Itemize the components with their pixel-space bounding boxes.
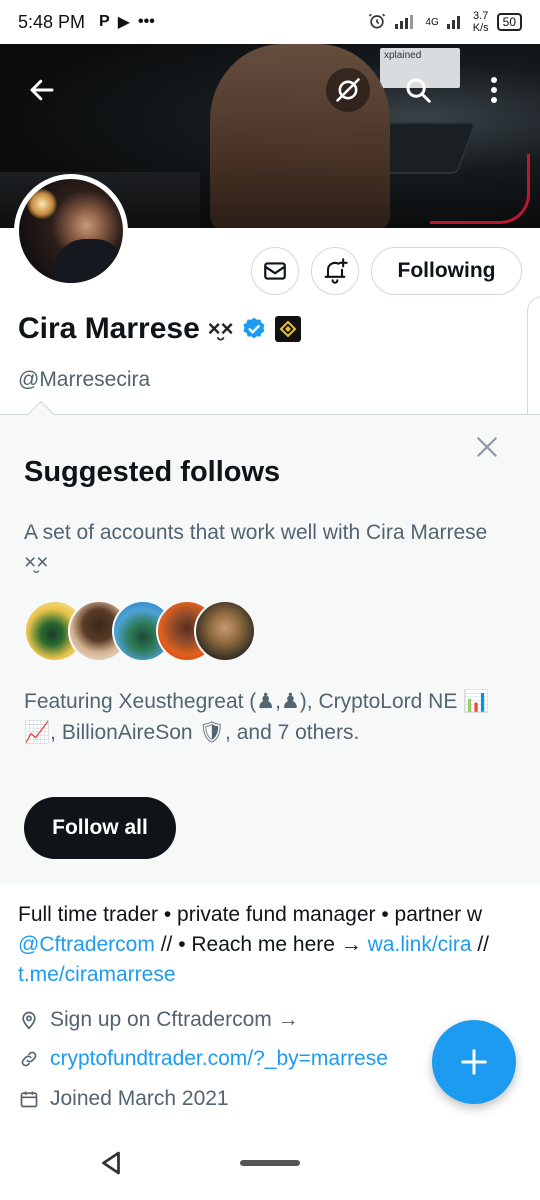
suggested-featuring: Featuring Xeusthegreat (♟,♟), CryptoLord… bbox=[24, 690, 490, 744]
status-bar: 5:48 PM P ▶ ••• 4G 3.7 K/s 50 bbox=[0, 0, 540, 44]
follow-all-button[interactable]: Follow all bbox=[24, 797, 176, 859]
search-button[interactable] bbox=[396, 68, 440, 112]
bio-mention-link[interactable]: @Cftradercom bbox=[18, 933, 155, 956]
no-satellite-icon bbox=[336, 78, 360, 102]
more-vertical-icon bbox=[491, 77, 497, 103]
affiliate-badge-icon[interactable] bbox=[275, 316, 302, 342]
network-type-label: 4G bbox=[425, 16, 439, 28]
search-icon bbox=[406, 78, 431, 103]
compose-button[interactable] bbox=[432, 1020, 516, 1104]
close-suggested-button[interactable] bbox=[470, 430, 504, 464]
compose-plus-icon bbox=[461, 1049, 487, 1075]
p-app-icon: P bbox=[99, 13, 110, 30]
profile-location: Sign up on Cftradercom → bbox=[18, 1008, 299, 1032]
suggested-avatar bbox=[194, 600, 256, 662]
calendar-icon bbox=[18, 1088, 40, 1110]
notifications-button[interactable] bbox=[311, 247, 359, 295]
suggested-description: A set of accounts that work well with Ci… bbox=[24, 521, 488, 574]
close-icon bbox=[477, 437, 497, 457]
more-options-button[interactable] bbox=[472, 68, 516, 112]
following-button[interactable]: Following bbox=[371, 247, 522, 295]
avatar-coat bbox=[55, 239, 123, 283]
bell-plus-icon bbox=[324, 258, 348, 284]
divider bbox=[0, 414, 540, 415]
nav-home-pill[interactable] bbox=[240, 1160, 300, 1166]
bio-telegram-link[interactable]: t.me/ciramarrese bbox=[18, 963, 176, 986]
link-icon bbox=[18, 1048, 40, 1070]
play-app-icon: ▶ bbox=[117, 14, 131, 31]
profile-handle: @Marresecira bbox=[18, 368, 151, 391]
battery-indicator: 50 bbox=[496, 13, 522, 31]
suggested-avatars[interactable] bbox=[24, 600, 256, 662]
nav-back-icon[interactable] bbox=[96, 1148, 126, 1178]
profile-avatar[interactable] bbox=[14, 174, 128, 288]
suggested-title: Suggested follows bbox=[24, 456, 281, 488]
network-speed: 3.7 K/s bbox=[473, 10, 489, 34]
bio-text: Full time trader • private fund manager … bbox=[18, 903, 483, 926]
display-name: Cira Marrese bbox=[18, 312, 200, 345]
no-satellite-button[interactable] bbox=[326, 68, 370, 112]
back-arrow-icon bbox=[30, 79, 54, 101]
signal-icon bbox=[395, 13, 417, 32]
profile-website: cryptofundtrader.com/?_by=marrese bbox=[18, 1047, 388, 1071]
alarm-icon bbox=[367, 11, 387, 34]
system-nav-bar bbox=[0, 1140, 540, 1200]
banner-neon-light bbox=[430, 154, 530, 224]
profile-joined: Joined March 2021 bbox=[18, 1087, 229, 1111]
name-emoji: ×̮× bbox=[207, 316, 234, 341]
status-right: 4G 3.7 K/s 50 bbox=[367, 10, 522, 34]
message-button[interactable] bbox=[251, 247, 299, 295]
signal-2-icon bbox=[446, 13, 465, 32]
location-icon bbox=[18, 1009, 40, 1031]
back-button[interactable] bbox=[20, 68, 64, 112]
website-link[interactable]: cryptofundtrader.com/?_by=marrese bbox=[50, 1047, 388, 1071]
status-time: 5:48 PM bbox=[18, 11, 86, 32]
bio-text: // bbox=[471, 933, 490, 956]
bio-whatsapp-link[interactable]: wa.link/cira bbox=[368, 933, 472, 956]
location-text: Sign up on Cftradercom → bbox=[50, 1008, 299, 1031]
avatar-lamp bbox=[27, 189, 57, 219]
mail-icon bbox=[264, 262, 286, 280]
speed-unit: K/s bbox=[472, 22, 489, 34]
banner-person bbox=[210, 44, 390, 228]
status-notification-icons: P ▶ ••• bbox=[99, 12, 155, 32]
bio-text: // • Reach me here → bbox=[154, 933, 368, 956]
joined-text: Joined March 2021 bbox=[50, 1087, 229, 1110]
profile-bio: Full time trader • private fund manager … bbox=[18, 900, 518, 990]
display-name-row: Cira Marrese ×̮× bbox=[18, 312, 302, 346]
speed-value: 3.7 bbox=[473, 10, 489, 22]
verified-badge-icon[interactable] bbox=[241, 316, 267, 342]
more-dots-icon: ••• bbox=[138, 13, 155, 30]
